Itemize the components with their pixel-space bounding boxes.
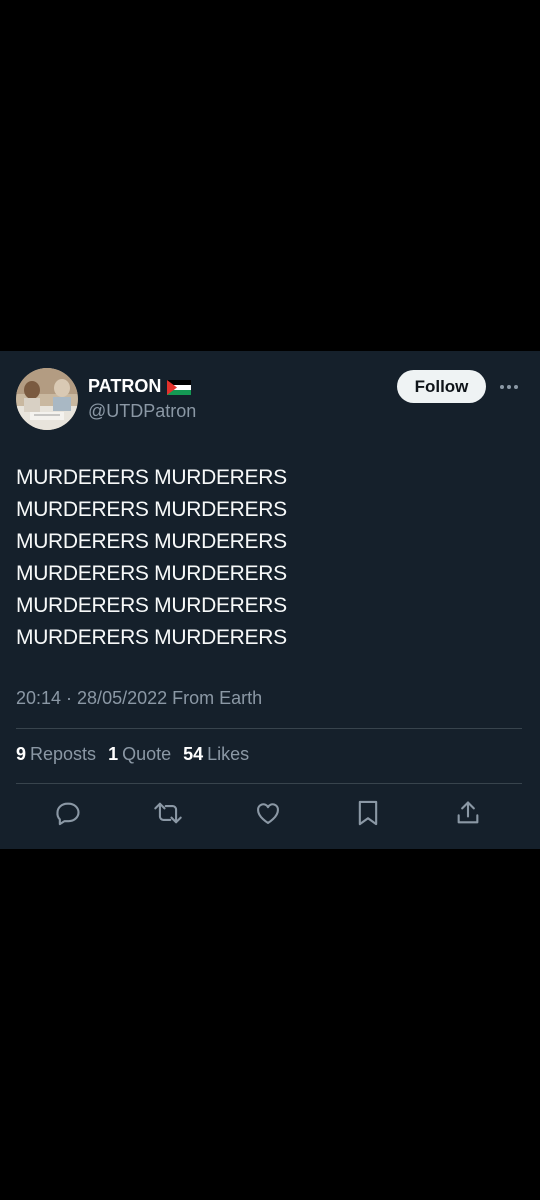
reposts-stat[interactable]: 9 Reposts [16,744,96,765]
action-bar [0,797,540,831]
tweet-timestamp[interactable]: 20:14 · 28/05/2022 From Earth [16,688,262,709]
tweet-text: MURDERERS MURDERERS MURDERERS MURDERERS … [16,462,516,654]
divider [16,728,522,729]
divider [16,783,522,784]
tweet-line: MURDERERS MURDERERS [16,626,287,649]
follow-button[interactable]: Follow [397,370,486,403]
author-display-name: PATRON [88,376,162,396]
tweet-card: PATRON @UTDPatron Follow MURDERERS MURDE… [0,351,540,849]
author-handle[interactable]: @UTDPatron [88,401,196,422]
likes-label: Likes [207,744,250,764]
reply-icon[interactable] [52,797,84,829]
likes-count: 54 [183,744,204,764]
tweet-line: MURDERERS MURDERERS [16,530,287,553]
quotes-label: Quote [122,744,172,764]
reposts-label: Reposts [30,744,97,764]
reposts-count: 9 [16,744,27,764]
quotes-stat[interactable]: 1 Quote [108,744,171,765]
tweet-line: MURDERERS MURDERERS [16,466,287,489]
engagement-stats: 9 Reposts 1 Quote 54 Likes [16,744,249,765]
author-name[interactable]: PATRON [88,376,192,397]
tweet-line: MURDERERS MURDERERS [16,498,287,521]
avatar[interactable] [16,368,78,430]
tweet-line: MURDERERS MURDERERS [16,594,287,617]
like-icon[interactable] [252,797,284,829]
share-icon[interactable] [452,797,484,829]
repost-icon[interactable] [152,797,184,829]
likes-stat[interactable]: 54 Likes [183,744,249,765]
more-options-icon[interactable] [497,375,521,399]
tweet-line: MURDERERS MURDERERS [16,562,287,585]
bookmark-icon[interactable] [352,797,384,829]
palestine-flag-icon [167,379,192,395]
quotes-count: 1 [108,744,119,764]
